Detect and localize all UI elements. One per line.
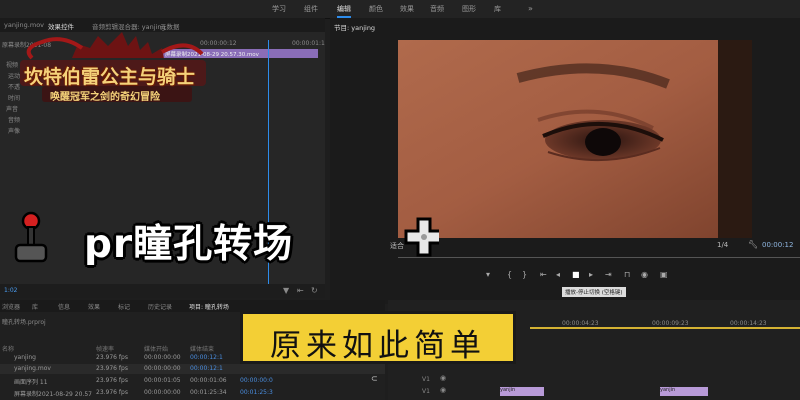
row-name: 画面序列 11 [14,379,48,386]
gamepad-cross-icon [404,217,444,257]
row-end: 00:00:12:1 [190,365,223,372]
track-v1b-label[interactable]: V1 [422,388,430,395]
ruler-mark-2: 00:00:09:23 [652,320,689,327]
workspace-learn[interactable]: 学习 [272,4,286,14]
tab-info[interactable]: 信息 [58,302,70,311]
export-icon[interactable]: ⇤ [297,286,304,295]
title-banner: pr瞳孔转场 [14,205,444,275]
row-start: 00:00:00:00 [144,365,181,372]
project-file-name: 瞳孔转场.prproj [2,319,46,326]
snap-icon[interactable]: ⊂ [371,374,378,383]
tab-program[interactable]: 节目: yanjing [334,22,375,32]
row-duration: 00:00:00:0 [240,377,273,384]
filter-icon[interactable]: ▼ [283,286,289,295]
workspace-libraries[interactable]: 库 [494,4,501,14]
timeline-clip[interactable]: yanjin [500,387,544,396]
tab-effects[interactable]: 效果 [88,302,100,311]
caption-text: 原来如此简单 [270,328,486,364]
eye-icon[interactable]: ◉ [440,374,446,382]
loop-icon[interactable]: ↻ [311,286,318,295]
row-duration: 00:01:25:3 [240,389,273,396]
caption-box: 原来如此简单 [240,311,516,364]
scale-dropdown[interactable]: 1/4 [717,241,728,249]
eye-closeup-image [398,40,752,238]
row-start: 00:00:01:05 [144,377,181,384]
row-end: 00:00:12:1 [190,354,223,361]
workspace-audio[interactable]: 音频 [430,4,444,14]
play-stop-icon[interactable]: ■ [572,270,580,279]
tab-libraries[interactable]: 库 [32,302,38,311]
joystick-icon [14,211,48,263]
table-row[interactable]: yanjing.mov 23.976 fps 00:00:00:00 00:00… [0,364,385,374]
more-workspaces-icon[interactable]: » [528,4,533,13]
workspace-assembly[interactable]: 组件 [304,4,318,14]
mark-out-icon[interactable]: } [522,270,527,279]
param-panner: 声像 [8,128,21,135]
tab-history[interactable]: 历史记录 [148,302,172,311]
row-start: 00:00:00:00 [144,389,181,396]
row-end: 00:00:01:06 [190,377,227,384]
row-fps: 23.976 fps [96,389,128,396]
table-row[interactable]: 画面序列 11 23.976 fps 00:00:01:05 00:00:01:… [0,376,385,386]
workspace-effects[interactable]: 效果 [400,4,414,14]
eye-icon[interactable]: ◉ [440,386,446,394]
row-name: yanjing [14,354,36,361]
tab-markers[interactable]: 标记 [118,302,130,311]
play-tooltip: 播放-停止切换 (空格键) [562,287,626,297]
logo-subtitle: 唤醒冠军之剑的奇幻冒险 [50,92,160,103]
banner-title: pr瞳孔转场 [84,222,294,267]
col-name[interactable]: 名称 [2,344,14,353]
step-forward-icon[interactable]: ▸ [589,270,593,279]
timecode-right: 00:00:01:1 [292,40,325,47]
workspace-editing[interactable]: 编辑 [337,4,351,18]
col-fps[interactable]: 帧速率 [96,344,114,353]
video-frame [398,40,752,238]
source-time: 1:02 [4,287,18,294]
row-fps: 23.976 fps [96,354,128,361]
workspace-graphics[interactable]: 图形 [462,4,476,14]
program-timecode: 00:00:12 [762,241,794,249]
row-name: 屏幕录制2021-08-29 20.57 [14,391,92,398]
step-back-icon[interactable]: ◂ [556,270,560,279]
param-volume: 音频 [8,117,21,124]
ruler-mark-3: 00:00:14:23 [730,320,767,327]
col-media-start[interactable]: 媒体开始 [144,344,168,353]
timeline-clip[interactable]: yanjin [660,387,708,396]
table-row[interactable]: 屏幕录制2021-08-29 20.57 23.976 fps 00:00:00… [0,388,385,398]
lift-icon[interactable]: ⊓ [624,270,630,279]
row-end: 00:01:25:34 [190,389,227,396]
work-area-bar[interactable] [530,327,800,329]
logo-title: 坎特伯雷公主与骑士 [24,66,196,88]
ruler-mark-1: 00:00:04:23 [562,320,599,327]
settings-wrench-icon[interactable]: 🔧︎ [748,240,758,249]
clip-name: yanjin [500,387,516,393]
workspace-color[interactable]: 颜色 [369,4,383,14]
tab-media-browser[interactable]: 浏览器 [2,302,20,311]
source-panel-footer: 1:02 ▼ ⇤ ↻ [0,284,325,298]
go-to-in-icon[interactable]: ⇤ [540,270,547,279]
go-to-out-icon[interactable]: ⇥ [605,270,612,279]
add-marker-icon[interactable]: ▾ [486,270,490,279]
mark-in-icon[interactable]: { [507,270,512,279]
row-start: 00:00:00:00 [144,354,181,361]
row-fps: 23.976 fps [96,377,128,384]
program-scrubber[interactable] [398,257,800,258]
game-logo: 坎特伯雷公主与骑士 唤醒冠军之剑的奇幻冒险 [12,28,212,110]
tab-project[interactable]: 项目: 瞳孔转场 [189,302,229,311]
row-fps: 23.976 fps [96,365,128,372]
workspace-bar: 学习 组件 编辑 颜色 效果 音频 图形 库 » [0,0,800,19]
export-frame-icon[interactable]: ◉ [641,270,648,279]
comparison-view-icon[interactable]: ▣ [660,270,668,279]
col-media-end[interactable]: 媒体结束 [190,344,214,353]
clip-name: yanjin [660,387,676,393]
track-v1-label[interactable]: V1 [422,376,430,383]
row-name: yanjing.mov [14,365,51,372]
